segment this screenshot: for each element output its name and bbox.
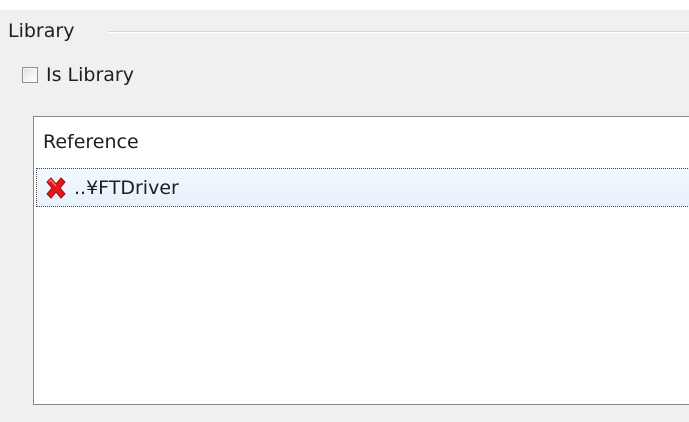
column-header-reference[interactable]: Reference <box>34 117 689 167</box>
list-item-label: ..¥FTDriver <box>74 176 179 199</box>
list-item-ftdriver[interactable]: ..¥FTDriver <box>36 168 689 207</box>
checkbox-box[interactable] <box>22 67 38 83</box>
reference-list[interactable]: Reference ..¥FTDriver <box>33 116 689 405</box>
window-top-edge <box>0 0 689 10</box>
column-header-label: Reference <box>43 131 139 153</box>
error-icon <box>46 176 66 199</box>
group-box-divider <box>108 31 689 33</box>
checkbox-label[interactable]: Is Library <box>46 63 134 87</box>
is-library-checkbox[interactable]: Is Library <box>22 61 134 89</box>
group-box-title: Library <box>8 19 79 43</box>
